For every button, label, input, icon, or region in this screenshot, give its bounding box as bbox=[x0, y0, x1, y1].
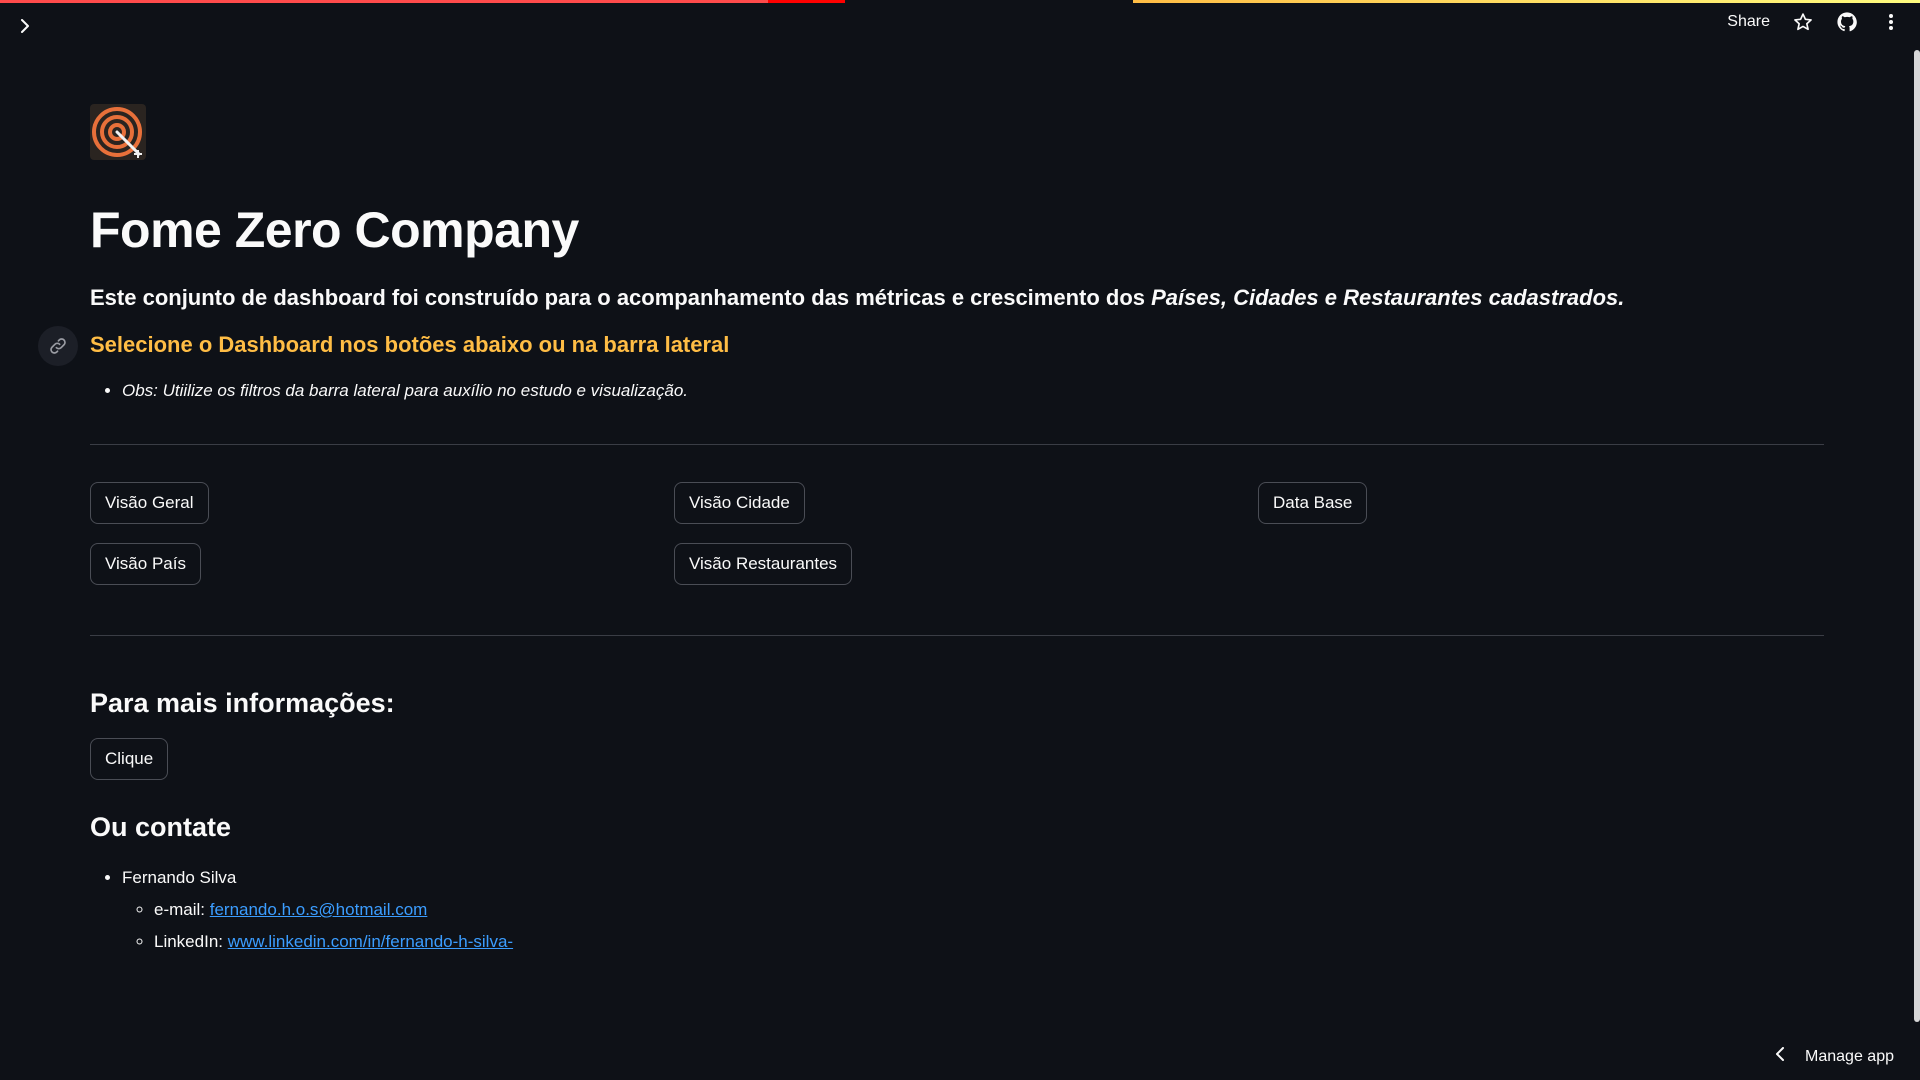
target-icon bbox=[90, 104, 146, 160]
linkedin-link[interactable]: www.linkedin.com/in/fernando-h-silva- bbox=[228, 932, 513, 951]
contact-details: e-mail: fernando.h.o.s@hotmail.com Linke… bbox=[122, 894, 1824, 958]
link-icon[interactable] bbox=[38, 326, 78, 366]
chevron-left-icon bbox=[1775, 1047, 1785, 1066]
data-base-button[interactable]: Data Base bbox=[1258, 482, 1368, 524]
more-options-icon[interactable] bbox=[1880, 11, 1902, 33]
contact-heading: Ou contate bbox=[90, 812, 232, 842]
share-button[interactable]: Share bbox=[1727, 13, 1770, 31]
expand-sidebar-icon[interactable] bbox=[14, 15, 36, 37]
clique-button[interactable]: Clique bbox=[90, 738, 169, 780]
obs-note: Obs: Utiilize os filtros da barra latera… bbox=[122, 378, 1824, 404]
main-content: Fome Zero Company Este conjunto de dashb… bbox=[38, 104, 1824, 958]
email-link[interactable]: fernando.h.o.s@hotmail.com bbox=[210, 900, 428, 919]
contact-linkedin-item: LinkedIn: www.linkedin.com/in/fernando-h… bbox=[154, 926, 1824, 958]
contact-item: Fernando Silva e-mail: fernando.h.o.s@ho… bbox=[122, 862, 1824, 958]
manage-app-label: Manage app bbox=[1805, 1047, 1894, 1065]
contact-list: Fernando Silva e-mail: fernando.h.o.s@ho… bbox=[90, 862, 1824, 958]
visao-pais-button[interactable]: Visão País bbox=[90, 543, 201, 585]
app-header: Share bbox=[0, 3, 1920, 51]
contact-email-item: e-mail: fernando.h.o.s@hotmail.com bbox=[154, 894, 1824, 926]
github-icon[interactable] bbox=[1836, 11, 1858, 33]
manage-app-button[interactable]: Manage app bbox=[1775, 1047, 1894, 1066]
page-title: Fome Zero Company bbox=[90, 202, 579, 258]
header-actions: Share bbox=[1727, 11, 1902, 33]
scrollbar[interactable] bbox=[1914, 50, 1920, 1022]
divider bbox=[90, 635, 1824, 636]
email-label: e-mail: bbox=[154, 900, 210, 919]
clique-row: Clique bbox=[90, 738, 1824, 780]
visao-cidade-button[interactable]: Visão Cidade bbox=[674, 482, 805, 524]
obs-list: Obs: Utiilize os filtros da barra latera… bbox=[90, 378, 1824, 404]
subtitle-emphasis: Países, Cidades e Restaurantes cadastrad… bbox=[1151, 285, 1625, 310]
linkedin-label: LinkedIn: bbox=[154, 932, 228, 951]
page-subtitle: Este conjunto de dashboard foi construíd… bbox=[90, 284, 1824, 312]
visao-restaurantes-button[interactable]: Visão Restaurantes bbox=[674, 543, 853, 585]
subtitle-text: Este conjunto de dashboard foi construíd… bbox=[90, 285, 1152, 310]
select-dashboard-heading: Selecione o Dashboard nos botões abaixo … bbox=[38, 326, 1824, 366]
visao-geral-button[interactable]: Visão Geral bbox=[90, 482, 209, 524]
select-dashboard-text: Selecione o Dashboard nos botões abaixo … bbox=[90, 332, 730, 357]
more-info-heading: Para mais informações: bbox=[90, 688, 395, 718]
contact-name: Fernando Silva bbox=[122, 868, 237, 887]
dashboard-buttons: Visão Geral Visão Cidade Data Base Visão… bbox=[90, 445, 1824, 635]
star-icon[interactable] bbox=[1792, 11, 1814, 33]
